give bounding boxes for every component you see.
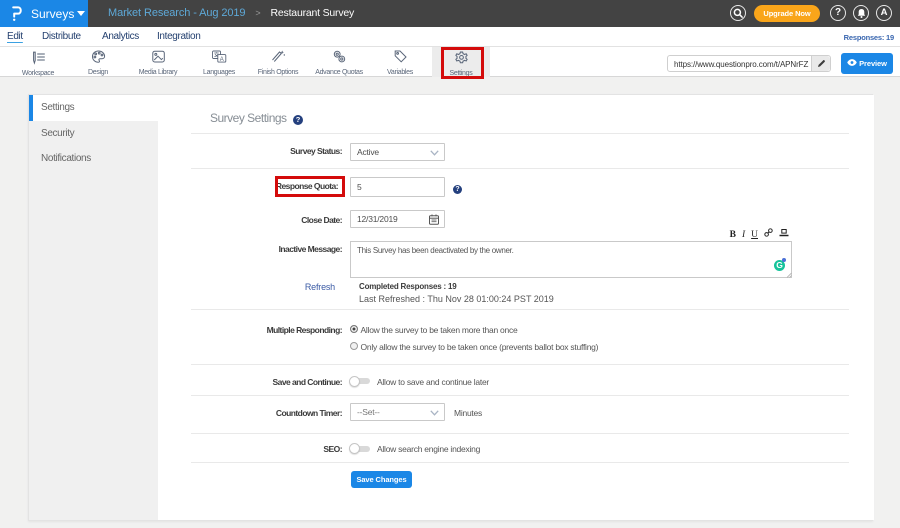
svg-text:A: A — [220, 56, 224, 62]
